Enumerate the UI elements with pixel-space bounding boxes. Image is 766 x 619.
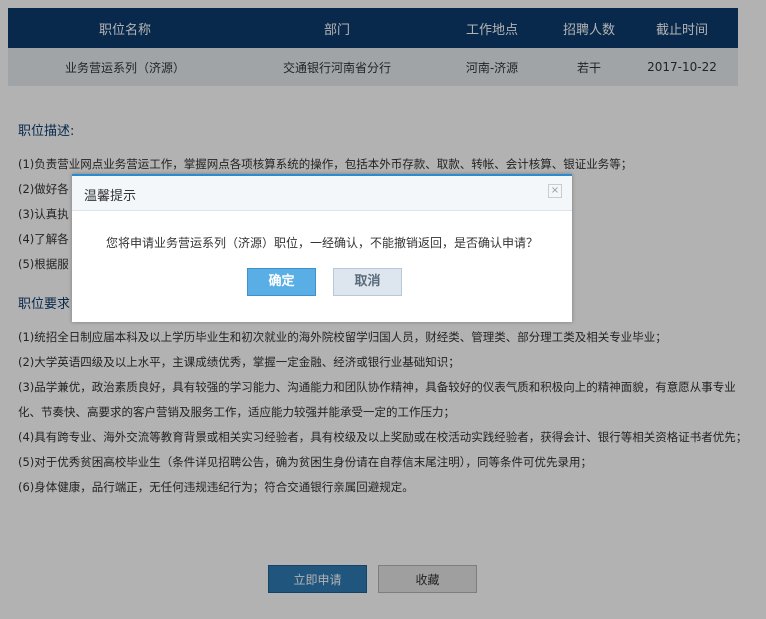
dialog-title: 温馨提示	[84, 189, 137, 204]
confirm-dialog: 温馨提示 × 您将申请业务营运系列（济源）职位，一经确认，不能撤销返回，是否确认…	[72, 174, 572, 322]
dialog-header: 温馨提示 ×	[72, 176, 572, 211]
close-icon[interactable]: ×	[548, 184, 562, 198]
dialog-message: 您将申请业务营运系列（济源）职位，一经确认，不能撤销返回，是否确认申请？	[105, 236, 538, 250]
confirm-button[interactable]: 确定	[247, 268, 316, 296]
cancel-button[interactable]: 取消	[333, 268, 402, 296]
